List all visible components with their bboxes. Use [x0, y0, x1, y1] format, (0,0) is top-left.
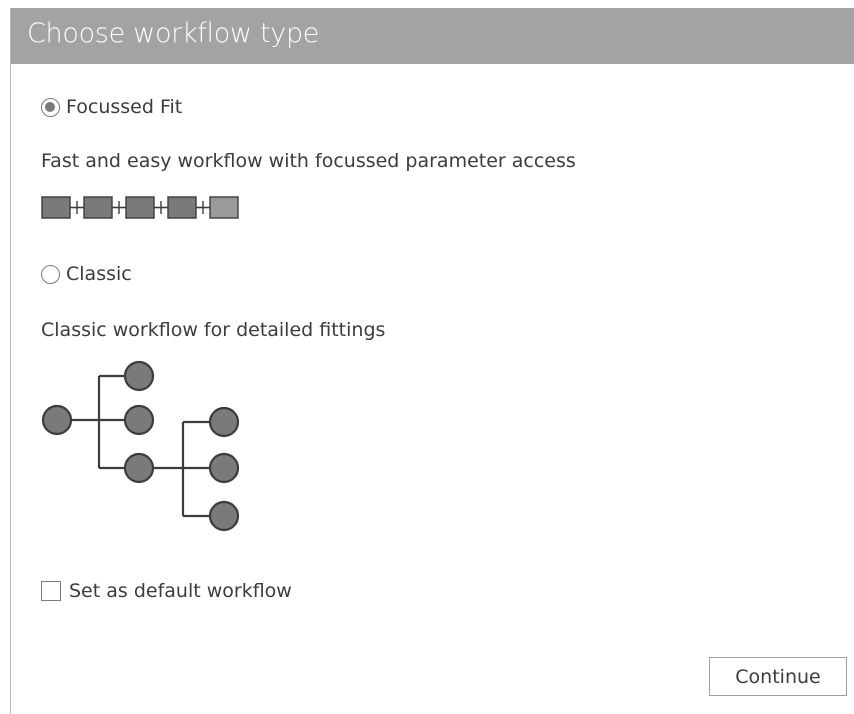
- linear-step-1: [41, 196, 71, 219]
- linear-workflow-icon: [41, 196, 239, 219]
- radio-button-classic[interactable]: [41, 264, 60, 284]
- linear-step-2: [83, 196, 113, 219]
- default-workflow-checkbox[interactable]: [41, 581, 61, 601]
- radio-label-focussed-fit: Focussed Fit: [66, 96, 183, 118]
- workflow-dialog: Choose workflow type Focussed Fit Fast a…: [10, 8, 854, 714]
- tree-node-level1-top: [123, 360, 155, 392]
- radio-button-focussed-fit[interactable]: [41, 97, 60, 117]
- radio-label-classic: Classic: [66, 263, 132, 285]
- continue-button[interactable]: Continue: [709, 657, 847, 696]
- tree-connectors: [57, 374, 224, 518]
- default-workflow-row[interactable]: Set as default workflow: [41, 580, 292, 602]
- linear-step-5: [209, 196, 239, 219]
- tree-node-level2-bottom: [208, 500, 240, 532]
- dialog-title: Choose workflow type: [27, 18, 320, 49]
- classic-description: Classic workflow for detailed fittings: [41, 319, 386, 341]
- radio-option-focussed-fit[interactable]: Focussed Fit: [41, 96, 182, 118]
- tree-node-level1-bottom: [123, 452, 155, 484]
- focussed-fit-description: Fast and easy workflow with focussed par…: [41, 150, 576, 172]
- default-workflow-label: Set as default workflow: [69, 580, 292, 602]
- tree-node-level2-middle: [208, 452, 240, 484]
- linear-step-3: [125, 196, 155, 219]
- linear-step-4: [167, 196, 197, 219]
- title-bar: Choose workflow type: [11, 8, 854, 64]
- tree-node-root: [41, 404, 73, 436]
- tree-node-level1-middle: [123, 404, 155, 436]
- radio-option-classic[interactable]: Classic: [41, 263, 132, 285]
- tree-workflow-icon: [41, 360, 240, 532]
- tree-node-level2-top: [208, 406, 240, 438]
